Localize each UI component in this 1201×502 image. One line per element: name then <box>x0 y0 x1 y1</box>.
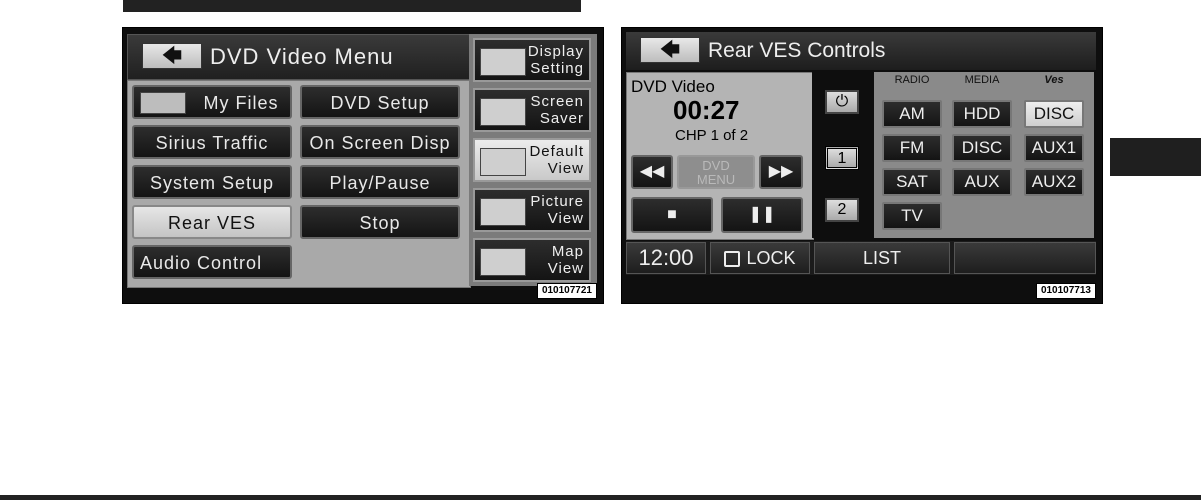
screen-1-button[interactable]: 1 <box>825 146 859 170</box>
audio-control-button[interactable]: Audio Control <box>132 245 292 279</box>
back-button[interactable]: 🡄 <box>640 37 700 63</box>
sirius-traffic-button[interactable]: Sirius Traffic <box>132 125 292 159</box>
zone-selector: ⏻ 1 2 <box>812 72 872 238</box>
page-title: DVD Video Menu <box>210 44 394 69</box>
source-media-disc-button[interactable]: DISC <box>952 134 1012 162</box>
section-tab-marker <box>1110 138 1201 176</box>
column-header-radio: RADIO <box>894 74 930 86</box>
view-options-column: Display Setting Screen Saver Default View P… <box>469 34 597 286</box>
rear-ves-controls-screen: 🡄 Rear VES Controls DVD Video 00:27 CHP … <box>621 27 1103 304</box>
clock: 12:00 <box>626 242 706 274</box>
button-label: My Files <box>203 93 279 113</box>
source-hdd-button[interactable]: HDD <box>952 100 1012 128</box>
figure-code: 010107721 <box>536 283 597 299</box>
button-label: Display Setting <box>527 43 584 77</box>
pause-icon: ❚❚ <box>748 206 776 223</box>
default-view-button[interactable]: Default View <box>473 138 591 182</box>
page-title: Rear VES Controls <box>708 39 886 62</box>
chapter-info: CHP 1 of 2 <box>675 127 749 144</box>
source-label: DVD Video <box>631 77 715 96</box>
pause-button[interactable]: ❚❚ <box>721 197 803 233</box>
default-view-icon <box>480 148 526 176</box>
stop-button[interactable]: ■ <box>631 197 713 233</box>
source-grid: RADIO MEDIA Ves AM FM SAT TV HDD DISC AU… <box>874 72 1094 238</box>
elapsed-time: 00:27 <box>673 95 740 125</box>
back-arrow-icon: 🡄 <box>659 39 681 61</box>
source-ves-disc-button[interactable]: DISC <box>1024 100 1084 128</box>
screen-header: 🡄 Rear VES Controls <box>626 32 1096 70</box>
column-header-ves: Ves <box>1044 74 1064 86</box>
display-setting-button[interactable]: Display Setting <box>473 38 591 82</box>
on-screen-disp-button[interactable]: On Screen Disp <box>300 125 460 159</box>
button-label: Picture View <box>530 193 584 227</box>
back-button[interactable]: 🡄 <box>142 43 202 69</box>
rewind-icon: ◀◀ <box>639 163 665 180</box>
source-am-button[interactable]: AM <box>882 100 942 128</box>
button-label: Map View <box>547 243 584 277</box>
list-button[interactable]: LIST <box>814 242 950 274</box>
play-pause-button[interactable]: Play/Pause <box>300 165 460 199</box>
back-arrow-icon: 🡄 <box>161 45 183 67</box>
stop-button[interactable]: Stop <box>300 205 460 239</box>
dvd-video-menu-screen: 🡄 DVD Video Menu My Files DVD Setup Siri… <box>122 27 604 304</box>
screen-2-button[interactable]: 2 <box>825 198 859 222</box>
column-header-media: MEDIA <box>964 74 1000 86</box>
source-tv-button[interactable]: TV <box>882 202 942 230</box>
source-aux-button[interactable]: AUX <box>952 168 1012 196</box>
header-bar <box>123 0 581 12</box>
source-aux2-button[interactable]: AUX2 <box>1024 168 1084 196</box>
dvd-menu-button[interactable]: DVD MENU <box>677 155 755 189</box>
figure-code: 010107713 <box>1035 283 1096 299</box>
empty-soft-key[interactable] <box>954 242 1096 274</box>
now-playing-panel: DVD Video 00:27 CHP 1 of 2 ◀◀ DVD MENU ▶… <box>626 72 814 240</box>
button-label: Default View <box>529 143 584 177</box>
display-setting-icon <box>480 48 526 76</box>
power-button[interactable]: ⏻ <box>825 90 859 114</box>
power-icon: ⏻ <box>835 93 849 110</box>
button-label: DVD <box>702 158 730 173</box>
button-label: MENU <box>696 172 736 187</box>
button-label: LOCK <box>746 248 796 268</box>
picture-view-icon <box>480 198 526 226</box>
screen-saver-button[interactable]: Screen Saver <box>473 88 591 132</box>
screen-saver-icon <box>480 98 526 126</box>
source-sat-button[interactable]: SAT <box>882 168 942 196</box>
status-bar: 12:00 LOCK LIST <box>626 241 1096 275</box>
footer-rule <box>0 495 1201 500</box>
source-fm-button[interactable]: FM <box>882 134 942 162</box>
button-label: Screen Saver <box>530 93 584 127</box>
menu-panel: My Files DVD Setup Sirius Traffic On Scr… <box>127 80 471 288</box>
my-files-button[interactable]: My Files <box>132 85 292 119</box>
files-icon <box>140 92 186 114</box>
map-view-icon <box>480 248 526 276</box>
source-aux1-button[interactable]: AUX1 <box>1024 134 1084 162</box>
dvd-setup-button[interactable]: DVD Setup <box>300 85 460 119</box>
map-view-button[interactable]: Map View <box>473 238 591 282</box>
lock-icon <box>724 251 741 268</box>
fast-forward-button[interactable]: ▶▶ <box>759 155 803 189</box>
picture-view-button[interactable]: Picture View <box>473 188 591 232</box>
system-setup-button[interactable]: System Setup <box>132 165 292 199</box>
stop-icon: ■ <box>667 206 677 223</box>
fast-forward-icon: ▶▶ <box>768 163 794 180</box>
rewind-button[interactable]: ◀◀ <box>631 155 673 189</box>
lock-button[interactable]: LOCK <box>710 242 810 274</box>
rear-ves-button[interactable]: Rear VES <box>132 205 292 239</box>
